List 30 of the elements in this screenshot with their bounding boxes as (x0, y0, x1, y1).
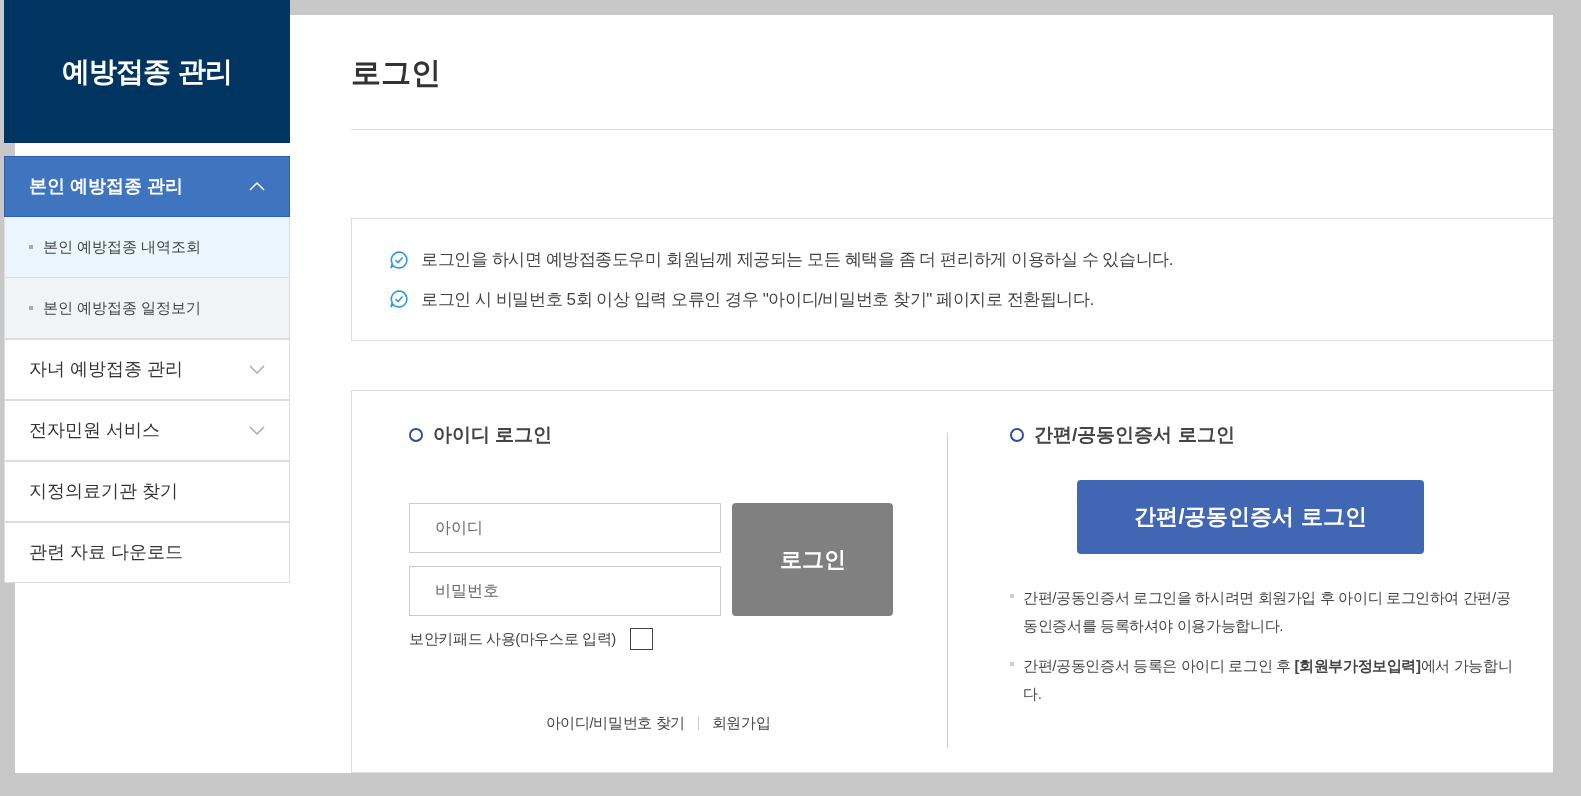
sidebar-menu-item[interactable]: 지정의료기관 찾기 (4, 461, 290, 522)
sidebar-submenu-item[interactable]: 본인 예방접종 내역조회 (4, 217, 290, 278)
chevron-up-icon (249, 182, 265, 191)
check-bubble-icon (389, 289, 409, 310)
keypad-label: 보안키패드 사용(마우스로 입력) (409, 628, 616, 649)
notice-text: 로그인 시 비밀번호 5회 이상 입력 오류인 경우 "아이디/비밀번호 찾기" 페이지로 전환됩니다. (421, 288, 1094, 311)
login-button[interactable]: 로그인 (732, 502, 893, 616)
chevron-down-icon (249, 426, 265, 435)
sidebar-title: 예방접종 관리 (61, 54, 233, 89)
sidebar-submenu-item[interactable]: 본인 예방접종 일정보기 (4, 278, 290, 339)
circle-bullet-icon (409, 428, 423, 443)
page-title: 로그인 (351, 54, 441, 91)
note-text: 간편/공동인증서 로그인을 하시려면 회원가입 후 아이디 로그인하여 간편/공동인증서를 등록하셔야 이용가능합니다. (1023, 587, 1512, 636)
circle-bullet-icon (1010, 428, 1024, 443)
account-link[interactable]: 아이디/비밀번호 찾기 (545, 712, 685, 735)
sidebar-menu-item[interactable]: 전자민원 서비스 (4, 400, 290, 461)
certificate-login-button[interactable]: 간편/공동인증서 로그인 (1077, 479, 1424, 554)
notice-text: 로그인을 하시면 예방접종도우미 회원님께 제공되는 모든 혜택을 좀 더 편리하게 이용하실 수 있습니다. (421, 249, 1174, 271)
section-heading: 간편/공동인증서 로그인 (1034, 423, 1235, 447)
keypad-checkbox[interactable] (629, 627, 653, 650)
section-heading: 아이디 로그인 (433, 423, 553, 447)
sidebar-menu-item[interactable]: 자녀 예방접종 관리 (4, 339, 290, 400)
id-input-field[interactable]: 아이디 (409, 502, 721, 553)
sidebar-menu-item[interactable]: 본인 예방접종 관리 (4, 156, 290, 217)
note-text: 간편/공동인증서 등록은 아이디 로그인 후 [회원부가정보입력]에서 가능합니다. (1023, 655, 1513, 704)
password-input-field[interactable]: 비밀번호 (409, 565, 721, 616)
chevron-down-icon (249, 365, 265, 374)
check-bubble-icon (389, 249, 409, 270)
account-link[interactable]: 회원가입 (711, 712, 771, 735)
sidebar-menu-item[interactable]: 관련 자료 다운로드 (4, 522, 290, 583)
